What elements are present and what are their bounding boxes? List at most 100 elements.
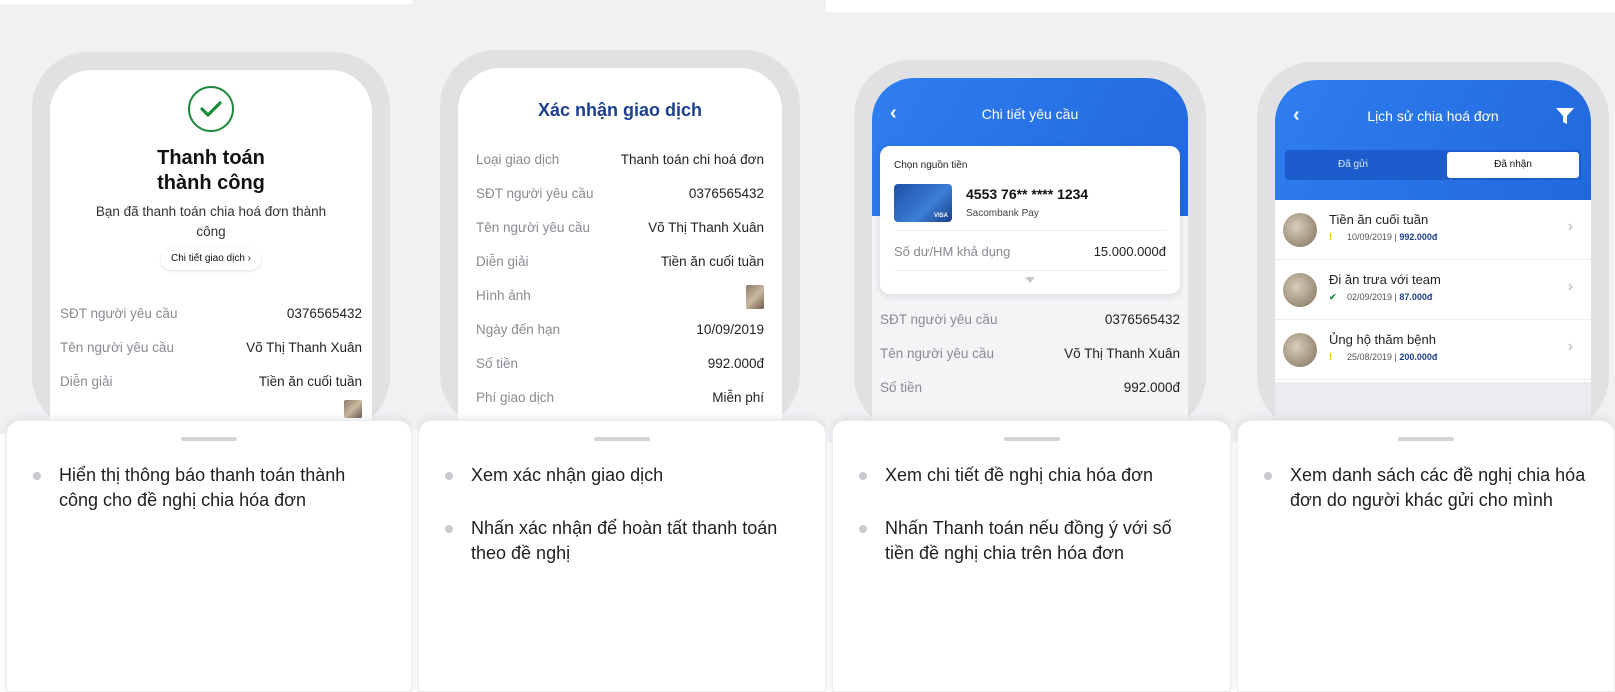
info-row: Số tiền 992.000đ [476,356,764,390]
info-value: 0376565432 [688,186,764,201]
info-row: Tên người yêu cầu Võ Thị Thanh Xuân [880,346,1180,380]
info-row: SĐT người yêu cầu 0376565432 [60,306,362,340]
list-item[interactable]: Tiền ăn cuối tuần ! 10/09/2019 | 992.000đ… [1275,200,1591,260]
funding-source-label: Chọn nguồn tiền [894,160,968,171]
chevron-right-icon: › [1567,278,1573,295]
page-title: Lịch sử chia hoá đơn [1367,108,1499,124]
panel-request-detail: ‹ Chi tiết yêu cầu Chọn nguồn tiền VISA … [826,0,1231,692]
info-value: Tiền ăn cuối tuần [660,254,764,269]
success-title: Thanh toán thành công [157,147,265,194]
info-label: Tên người yêu cầu [880,346,994,361]
sheet-handle[interactable] [1003,437,1060,441]
info-label: Diễn giải [60,374,113,389]
item-amount: 87.000đ [1399,292,1433,302]
list-footer-area [1275,382,1591,422]
item-date: 02/09/2019 [1347,292,1393,302]
description-sheet: Hiển thị thông báo thanh toán thành công… [6,420,412,692]
item-meta: ✔ 02/09/2019 | 87.000đ [1329,292,1433,302]
bullet-dot [33,472,41,480]
history-list: Tiền ăn cuối tuần ! 10/09/2019 | 992.000đ… [1275,200,1591,380]
info-label: Loại giao dịch [476,152,560,167]
pending-status-icon: ! [1329,232,1332,242]
info-row: Tên người yêu cầu Võ Thị Thanh Xuân [60,340,362,374]
list-item[interactable]: Đi ăn trưa với team ✔ 02/09/2019 | 87.000… [1275,260,1591,320]
avatar [1283,273,1317,307]
item-title: Đi ăn trưa với team [1329,272,1441,287]
sheet-handle[interactable] [594,437,650,441]
info-label: SĐT người yêu cầu [60,306,178,321]
tab-received[interactable]: Đã nhận [1447,152,1579,178]
info-row: Hình ảnh [476,285,764,322]
item-meta: ! 25/08/2019 | 200.000đ [1329,352,1438,362]
transaction-detail-link[interactable]: Chi tiết giao dịch › [161,248,261,270]
tab-sent[interactable]: Đã gửi [1287,152,1419,178]
bullet-dot [445,472,453,480]
info-label: Phí giao dịch [476,390,555,405]
filter-icon[interactable] [1555,106,1575,131]
list-item[interactable]: Ủng hộ thăm bệnh ! 25/08/2019 | 200.000đ … [1275,320,1591,380]
card-number: 4553 76** **** 1234 [966,186,1089,202]
bullet-item: Nhấn Thanh toán nếu đồng ý với số tiền đ… [859,516,1204,566]
phone-frame: ‹ Lịch sử chia hoá đơn Đã gửi Đã nhận Ti… [1257,62,1609,432]
funding-source-card[interactable]: Chọn nguồn tiền VISA 4553 76** **** 1234… [880,146,1180,294]
bullet-list: Xem chi tiết đề nghị chia hóa đơn Nhấn T… [859,463,1204,588]
item-date: 25/08/2019 [1347,352,1393,362]
paid-status-icon: ✔ [1329,292,1337,302]
header-bar: ‹ Lịch sử chia hoá đơn Đã gửi Đã nhận [1275,80,1591,200]
tab-switcher: Đã gửi Đã nhận [1285,150,1581,180]
info-row: Số tiền 992.000đ [880,380,1180,414]
sheet-handle[interactable] [181,437,237,441]
info-value: Võ Thị Thanh Xuân [648,220,764,235]
card-bank-name: Sacombank Pay [966,208,1039,219]
info-row: Phí giao dịch Miễn phí [476,390,764,424]
bullet-text: Nhấn Thanh toán nếu đồng ý với số tiền đ… [885,518,1172,563]
bullet-dot [1264,472,1272,480]
panel-transaction-confirm: Xác nhận giao dịch Loại giao dịch Thanh t… [412,0,826,692]
info-label: Tên người yêu cầu [476,220,590,235]
feature-strip: Thanh toán thành công Bạn đã thanh toán … [0,0,1615,692]
sheet-handle[interactable] [1398,437,1454,441]
item-title: Tiền ăn cuối tuần [1329,212,1429,227]
item-title: Ủng hộ thăm bệnh [1329,332,1436,347]
expand-caret-icon[interactable] [1025,277,1035,283]
success-message: Bạn đã thanh toán chia hoá đơn thành côn… [95,204,327,239]
info-label: Số tiền [476,356,519,371]
bullet-list: Xem xác nhận giao dịch Nhấn xác nhận để … [445,463,799,588]
info-label: Hình ảnh [476,288,531,303]
bullet-item: Xem danh sách các đề nghị chia hóa đơn d… [1264,463,1588,513]
info-value: Miễn phí [712,390,764,405]
description-sheet: Xem chi tiết đề nghị chia hóa đơn Nhấn T… [832,420,1231,692]
chevron-right-icon: › [1567,338,1573,355]
bullet-text: Xem chi tiết đề nghị chia hóa đơn [885,465,1153,485]
page-title: Xác nhận giao dịch [537,100,703,120]
info-label: Tên người yêu cầu [60,340,174,355]
phone-screen: ‹ Chi tiết yêu cầu Chọn nguồn tiền VISA … [872,78,1188,432]
item-amount: 992.000đ [1399,232,1438,242]
info-row: Loại giao dịch Thanh toán chi hoá đơn [476,152,764,186]
info-row: Diễn giải Tiền ăn cuối tuần [476,254,764,288]
phone-screen: Xác nhận giao dịch Loại giao dịch Thanh t… [458,68,782,430]
info-label: Ngày đến hạn [476,322,561,337]
description-sheet: Xem xác nhận giao dịch Nhấn xác nhận để … [418,420,826,692]
balance-label: Số dư/HM khả dụng [894,244,1011,259]
avatar [1283,213,1317,247]
phone-frame: Xác nhận giao dịch Loại giao dịch Thanh t… [440,50,800,430]
page-title: Chi tiết yêu cầu [981,106,1079,122]
info-label: SĐT người yêu cầu [476,186,594,201]
bullet-text: Xem xác nhận giao dịch [471,465,664,485]
avatar [1283,333,1317,367]
info-label: SĐT người yêu cầu [880,312,998,327]
item-date: 10/09/2019 [1347,232,1393,242]
info-row: Tên người yêu cầu Võ Thị Thanh Xuân [476,220,764,254]
balance-value: 15.000.000đ [1093,244,1166,259]
item-meta: ! 10/09/2019 | 992.000đ [1329,232,1438,242]
bank-card-icon: VISA [894,184,952,222]
bill-image-thumbnail[interactable] [746,285,764,312]
phone-screen: ‹ Lịch sử chia hoá đơn Đã gửi Đã nhận Ti… [1275,80,1591,432]
info-value: 10/09/2019 [696,322,764,337]
bullet-dot [859,472,867,480]
bill-image-thumbnail[interactable] [344,400,362,421]
bullet-item: Hiển thị thông báo thanh toán thành công… [33,463,385,513]
phone-frame: Thanh toán thành công Bạn đã thanh toán … [32,52,390,432]
success-check-icon [188,86,234,132]
